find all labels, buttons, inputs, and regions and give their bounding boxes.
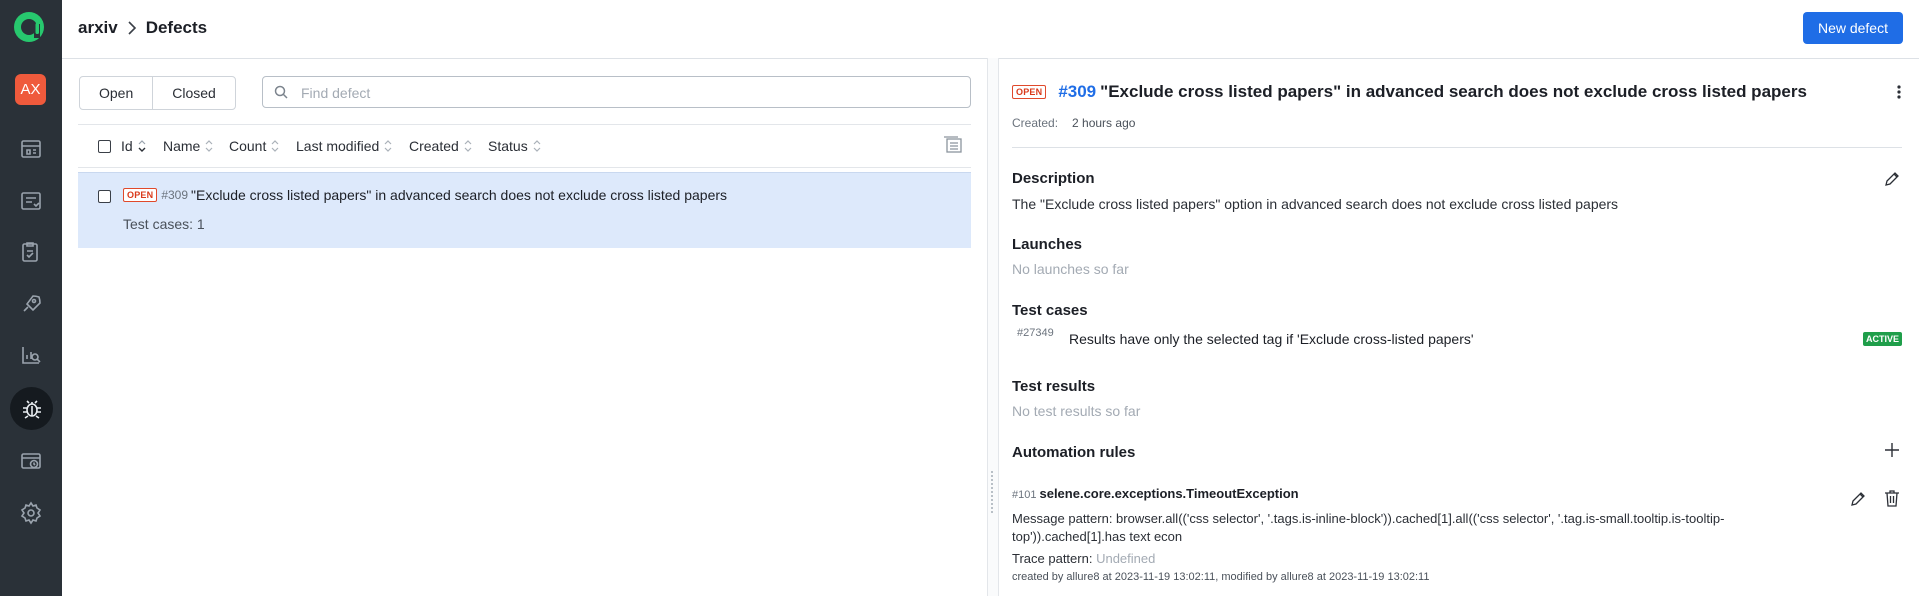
rule-audit-footer: created by allure8 at 2023-11-19 13:02:1… xyxy=(1012,571,1430,583)
delete-rule-icon[interactable] xyxy=(1884,490,1900,507)
description-heading: Description xyxy=(1012,170,1095,187)
add-rule-icon[interactable] xyxy=(1884,442,1900,458)
test-results-heading: Test results xyxy=(1012,378,1096,395)
status-badge: OPEN xyxy=(123,188,158,202)
edit-rule-icon[interactable] xyxy=(1850,491,1866,507)
chevron-right-icon xyxy=(127,21,137,35)
breadcrumb-project[interactable]: arxiv xyxy=(78,18,118,38)
defect-name: "Exclude cross listed papers" in advance… xyxy=(191,187,728,203)
allure-logo-icon[interactable] xyxy=(12,10,46,44)
edit-description-icon[interactable] xyxy=(1884,171,1900,187)
test-cases-icon[interactable] xyxy=(14,184,48,218)
rule-id: #101 xyxy=(1012,489,1037,501)
launches-heading: Launches xyxy=(1012,236,1083,253)
table-header: Id Name Count Last modified Created Stat… xyxy=(78,124,971,168)
defect-detail-pane: OPEN #309 "Exclude cross listed papers" … xyxy=(1012,58,1902,596)
created-meta: Created: 2 hours ago xyxy=(1012,116,1136,130)
column-created[interactable]: Created xyxy=(409,138,472,154)
status-filter: Open Closed xyxy=(79,76,236,110)
defect-test-cases-count: Test cases: 1 xyxy=(123,216,205,232)
detail-title: OPEN #309 "Exclude cross listed papers" … xyxy=(1012,82,1807,102)
test-case-id: #27349 xyxy=(1017,327,1054,339)
row-checkbox[interactable] xyxy=(98,190,111,203)
defect-title: OPEN #309 "Exclude cross listed papers" … xyxy=(123,187,727,203)
pane-splitter[interactable] xyxy=(987,58,999,596)
test-plans-icon[interactable] xyxy=(14,235,48,269)
column-name[interactable]: Name xyxy=(163,138,213,154)
project-avatar[interactable]: AX xyxy=(15,74,46,105)
launches-empty: No launches so far xyxy=(1012,261,1129,277)
detail-name: "Exclude cross listed papers" in advance… xyxy=(1100,82,1807,101)
rule-title: #101 selene.core.exceptions.TimeoutExcept… xyxy=(1012,486,1299,501)
column-count[interactable]: Count xyxy=(229,138,279,154)
search-input[interactable] xyxy=(299,77,953,109)
search-icon xyxy=(274,85,288,99)
rule-trace-pattern: Trace pattern: Undefined xyxy=(1012,551,1156,566)
search-box xyxy=(262,76,971,109)
breadcrumb: arxiv Defects xyxy=(78,18,207,38)
more-options-icon[interactable] xyxy=(1896,84,1902,100)
column-id[interactable]: Id xyxy=(121,138,146,154)
detail-id[interactable]: #309 xyxy=(1058,82,1096,102)
sort-icon xyxy=(384,140,392,152)
automation-rules-heading: Automation rules xyxy=(1012,444,1136,461)
column-last-modified[interactable]: Last modified xyxy=(296,138,392,154)
page-title: Defects xyxy=(145,18,208,37)
analytics-icon[interactable] xyxy=(14,338,48,372)
drag-handle-icon[interactable] xyxy=(991,471,995,513)
table-row[interactable]: OPEN #309 "Exclude cross listed papers" … xyxy=(78,172,971,248)
filter-open-button[interactable]: Open xyxy=(80,77,152,109)
test-case-name[interactable]: Results have only the selected tag if 'E… xyxy=(1069,331,1474,347)
top-bar: arxiv Defects New defect xyxy=(62,0,1919,59)
detail-status-badge: OPEN xyxy=(1012,85,1047,99)
sort-icon xyxy=(464,140,472,152)
new-defect-button[interactable]: New defect xyxy=(1802,12,1903,44)
dashboard-icon[interactable] xyxy=(14,132,48,166)
column-status[interactable]: Status xyxy=(488,138,541,154)
description-text: The "Exclude cross listed papers" option… xyxy=(1012,196,1619,212)
rule-name: selene.core.exceptions.TimeoutException xyxy=(1039,486,1299,501)
sort-icon xyxy=(205,140,213,152)
defects-icon[interactable] xyxy=(10,387,53,430)
defect-id: #309 xyxy=(161,188,189,202)
rule-message-pattern: Message pattern: browser.all(('css selec… xyxy=(1012,511,1725,544)
jobs-icon[interactable] xyxy=(14,445,48,479)
filter-closed-button[interactable]: Closed xyxy=(152,77,235,109)
column-settings-icon[interactable] xyxy=(943,136,963,154)
sort-desc-icon xyxy=(138,140,146,152)
test-cases-heading: Test cases xyxy=(1012,302,1088,319)
settings-icon[interactable] xyxy=(14,496,48,530)
sort-icon xyxy=(533,140,541,152)
sort-icon xyxy=(271,140,279,152)
test-results-empty: No test results so far xyxy=(1012,403,1141,419)
divider xyxy=(1012,147,1902,148)
launches-icon[interactable] xyxy=(14,287,48,321)
select-all-checkbox[interactable] xyxy=(98,140,111,153)
sidebar: AX xyxy=(0,0,62,596)
test-case-status-badge: ACTIVE xyxy=(1862,332,1902,346)
